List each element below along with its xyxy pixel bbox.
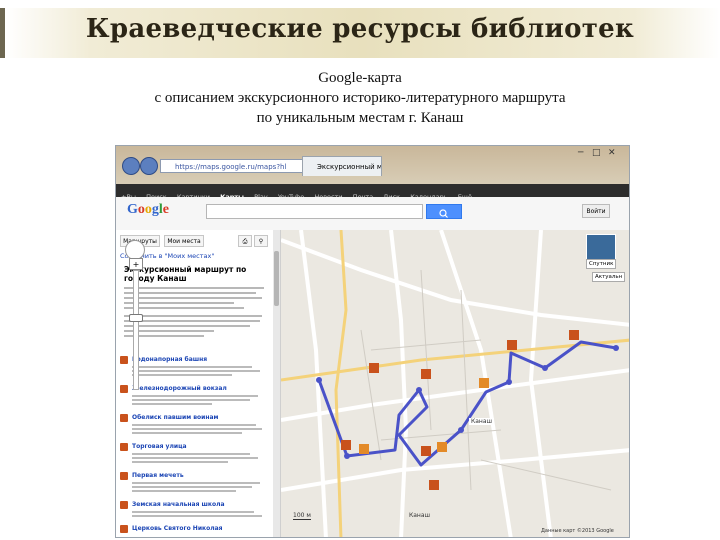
- login-button[interactable]: Войти: [582, 204, 610, 218]
- district-label: Канаш: [409, 512, 431, 519]
- satellite-button[interactable]: Спутник: [586, 259, 617, 269]
- search-button[interactable]: [426, 204, 462, 219]
- my-places-button[interactable]: Мои места: [164, 235, 204, 247]
- pan-control-icon[interactable]: [125, 240, 145, 260]
- link-icon[interactable]: ⚲: [254, 235, 268, 247]
- school-icon: [120, 501, 128, 509]
- church-icon: [120, 525, 128, 533]
- map-svg: [281, 230, 629, 537]
- search-icon: [439, 209, 448, 218]
- left-panel: Маршруты Мои места ⎙ ⚲ Сохранить в "Моих…: [116, 230, 281, 537]
- zoom-slider-handle[interactable]: [129, 314, 143, 322]
- close-icon[interactable]: ✕: [608, 148, 616, 158]
- mosque-icon: [120, 472, 128, 480]
- slide-subtitle: Google-карта с описанием экскурсионного …: [0, 68, 720, 128]
- city-label: Канаш: [469, 418, 495, 425]
- map-canvas[interactable]: Канаш Канаш 100 м: [281, 230, 629, 537]
- traffic-button[interactable]: Актуальн: [592, 272, 626, 282]
- print-icon[interactable]: ⎙: [238, 235, 252, 247]
- map-copyright: Данные карт ©2013 Google: [541, 528, 614, 534]
- maximize-icon[interactable]: □: [592, 148, 601, 158]
- subtitle-line-2: с описанием экскурсионного историко-лите…: [154, 90, 566, 106]
- slide-title: Краеведческие ресурсы библиотек: [85, 14, 635, 44]
- map-description: [124, 287, 272, 349]
- zoom-in-icon[interactable]: +: [129, 258, 143, 270]
- monument-icon: [120, 414, 128, 422]
- scrollbar-thumb[interactable]: [274, 251, 279, 306]
- roads: [281, 230, 629, 537]
- back-arrow-icon[interactable]: [122, 157, 140, 175]
- tower-icon: [120, 356, 128, 364]
- google-logo[interactable]: Google: [127, 202, 169, 218]
- browser-screenshot: https://maps.google.ru/maps?hl Экскурсио…: [115, 145, 630, 538]
- subtitle-line-1: Google-карта: [318, 70, 402, 86]
- scale-bar: 100 м: [293, 512, 311, 520]
- satellite-thumbnail[interactable]: [586, 234, 616, 262]
- minimize-icon[interactable]: ─: [578, 148, 583, 158]
- forward-arrow-icon[interactable]: [140, 157, 158, 175]
- search-input[interactable]: [206, 204, 423, 219]
- shop-icon: [120, 443, 128, 451]
- google-bar: +Вы Поиск Картинки Карты Play YouTube Но…: [116, 184, 629, 201]
- description-text-lines: [124, 287, 264, 337]
- route-markers: [316, 345, 619, 459]
- subtitle-line-3: по уникальным местам г. Канаш: [256, 110, 464, 126]
- zoom-slider[interactable]: [133, 270, 139, 390]
- browser-tab[interactable]: Экскурсионный ма...: [302, 156, 382, 176]
- map-title: Экскурсионный маршрут по городу Канаш: [124, 265, 247, 283]
- train-station-icon: [120, 385, 128, 393]
